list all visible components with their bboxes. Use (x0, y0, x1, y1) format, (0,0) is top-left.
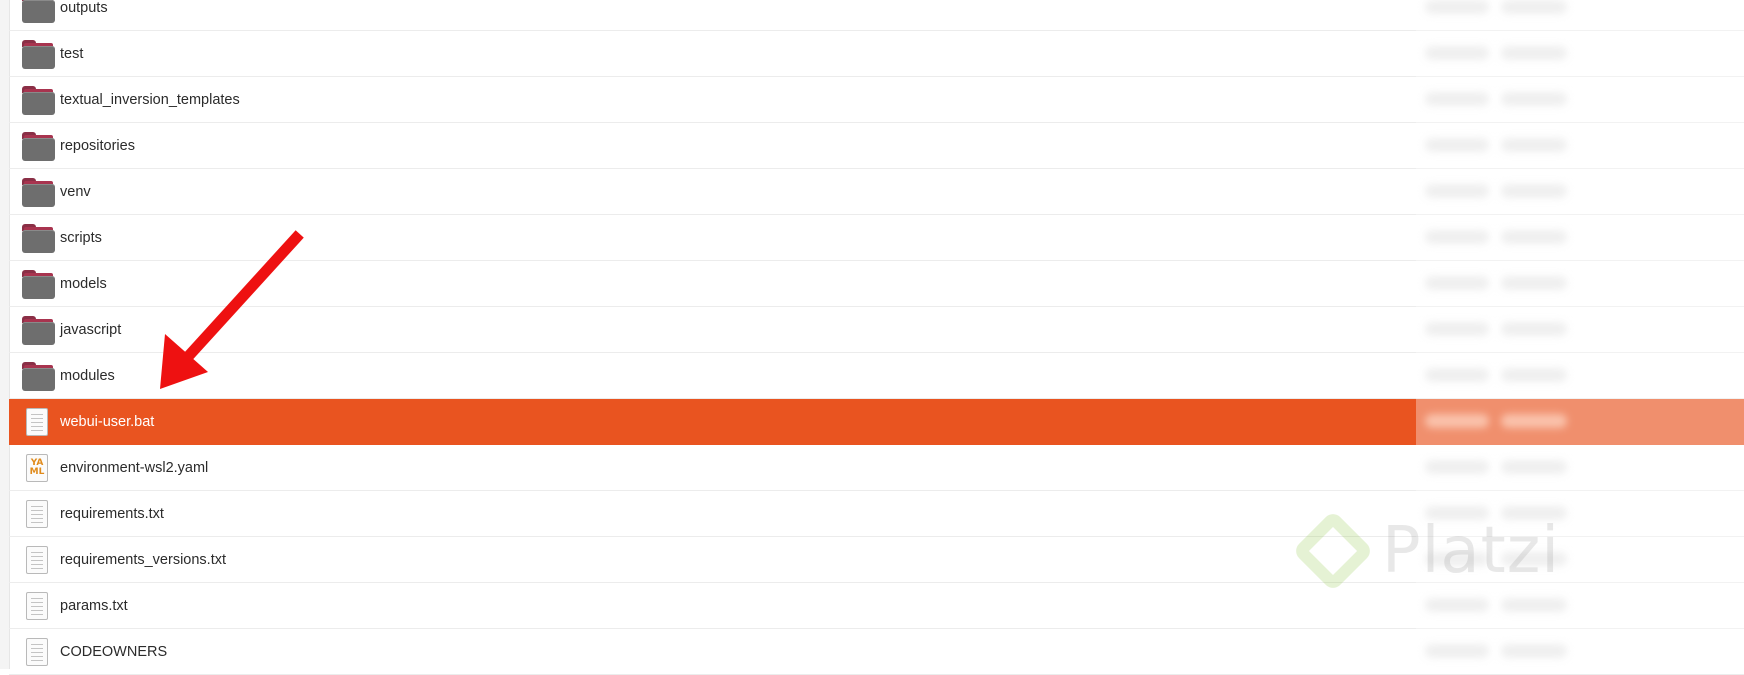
platzi-logo-icon (1291, 509, 1375, 593)
platzi-watermark: Platzi (1290, 508, 1570, 608)
watermark-text: Platzi (1382, 514, 1561, 588)
